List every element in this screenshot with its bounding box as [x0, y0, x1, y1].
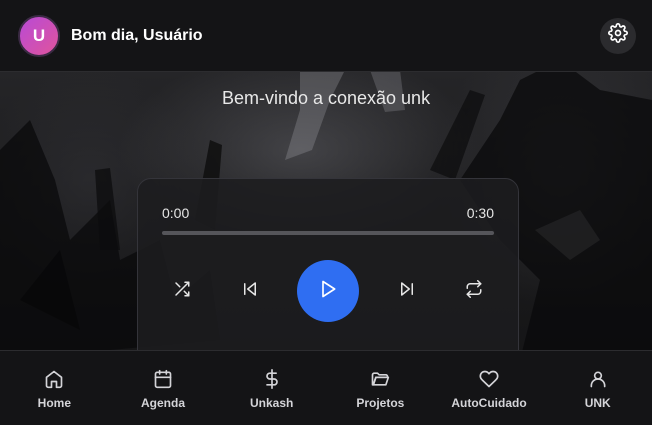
- nav-item-autocuidado[interactable]: AutoCuidado: [435, 351, 544, 425]
- nav-label: Home: [37, 396, 71, 410]
- previous-button[interactable]: [230, 271, 270, 311]
- gear-icon: [608, 23, 628, 48]
- time-row: 0:00 0:30: [162, 205, 494, 221]
- nav-item-unk[interactable]: UNK: [543, 351, 652, 425]
- progress-bar[interactable]: [162, 231, 494, 235]
- play-button[interactable]: [297, 260, 359, 322]
- skip-forward-icon: [398, 280, 416, 303]
- app-root: U Bom dia, Usuário Bem-vindo a conexão u…: [0, 0, 652, 425]
- nav-label: Unkash: [250, 396, 294, 410]
- nav-item-agenda[interactable]: Agenda: [109, 351, 218, 425]
- repeat-button[interactable]: [454, 271, 494, 311]
- settings-button[interactable]: [600, 17, 636, 54]
- nav-label: Agenda: [141, 396, 186, 410]
- skip-back-icon: [241, 280, 259, 303]
- avatar-initial: U: [32, 25, 46, 45]
- nav-label: AutoCuidado: [451, 396, 527, 410]
- shuffle-button[interactable]: [162, 271, 202, 311]
- welcome-title: Bem-vindo a conexão unk: [221, 88, 431, 108]
- player-controls: [162, 259, 494, 323]
- current-time: 0:00: [162, 205, 190, 221]
- repeat-icon: [465, 279, 483, 303]
- nav-item-projetos[interactable]: Projetos: [326, 351, 435, 425]
- nav-label: Projetos: [356, 396, 405, 410]
- greeting-text: Bom dia, Usuário: [71, 26, 203, 44]
- bottom-nav: Home Agenda Unkash Projetos AutoCuidado …: [0, 350, 652, 425]
- nav-label: UNK: [584, 396, 611, 410]
- next-button[interactable]: [387, 271, 427, 311]
- heart-icon: [478, 368, 500, 390]
- shuffle-icon: [173, 280, 191, 303]
- folder-icon: [369, 368, 391, 390]
- top-bar: U Bom dia, Usuário: [0, 0, 652, 72]
- user-icon: [587, 368, 609, 390]
- nav-item-unkash[interactable]: Unkash: [217, 351, 326, 425]
- home-icon: [43, 368, 65, 390]
- audio-player: 0:00 0:30: [137, 178, 519, 378]
- calendar-icon: [152, 368, 174, 390]
- avatar[interactable]: U: [18, 14, 60, 57]
- nav-item-home[interactable]: Home: [0, 351, 109, 425]
- play-icon: [318, 279, 338, 304]
- dollar-icon: [261, 368, 283, 390]
- duration: 0:30: [466, 205, 494, 221]
